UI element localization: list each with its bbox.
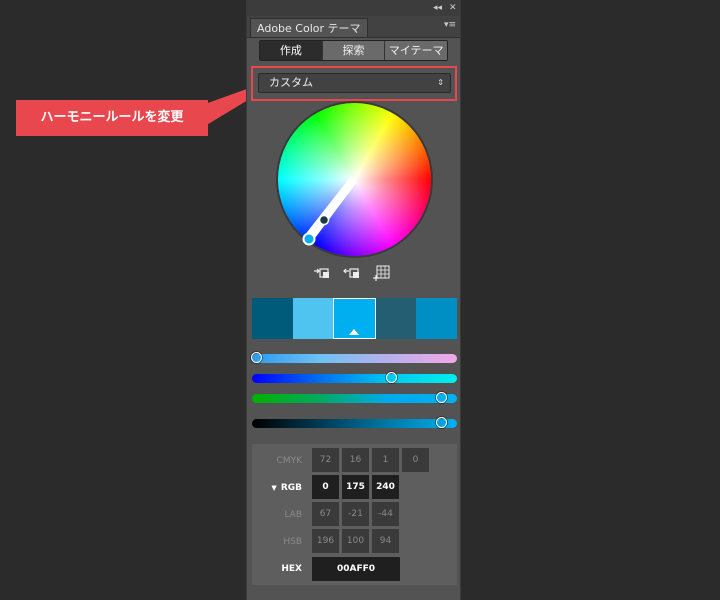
color-slider-2-knob[interactable]	[386, 372, 398, 383]
wheel-pointer-line	[304, 176, 357, 242]
rgb-mode-text: RGB	[280, 483, 302, 493]
cmyk-c-value[interactable]: 72	[312, 448, 339, 472]
tab-my-themes[interactable]: マイテーマ	[385, 41, 447, 60]
harmony-rule-callout: ハーモニールールを変更	[16, 100, 208, 136]
tab-explore[interactable]: 探索	[322, 41, 386, 60]
hex-label: HEX	[281, 564, 302, 574]
color-values-panel: CMYK 72 16 1 0 ▼ RGB 0 175 240 LAB 67 -21…	[252, 444, 457, 585]
color-wheel-markers	[302, 176, 357, 246]
rgb-g-value[interactable]: 175	[342, 475, 369, 499]
set-foreground-to-base-icon[interactable]	[343, 265, 361, 281]
harmony-rule-select[interactable]: カスタム ⇕	[258, 73, 451, 93]
collapse-panel-icon[interactable]: ◂◂	[433, 2, 442, 14]
theme-swatch-row	[252, 298, 457, 340]
color-action-row	[313, 265, 393, 283]
hsb-mode-label[interactable]: HSB	[252, 537, 302, 547]
add-to-swatches-icon[interactable]	[373, 265, 391, 281]
tab-create[interactable]: 作成	[260, 41, 323, 60]
hsb-h-value[interactable]: 196	[312, 529, 339, 553]
theme-swatch-1[interactable]	[252, 298, 293, 339]
lab-mode-label[interactable]: LAB	[252, 510, 302, 520]
dropdown-arrow-icon: ⇕	[437, 78, 444, 87]
rgb-b-value[interactable]: 240	[372, 475, 399, 499]
brightness-slider[interactable]	[252, 417, 457, 428]
cmyk-m-value[interactable]: 16	[342, 448, 369, 472]
color-slider-3[interactable]	[252, 392, 457, 403]
rgb-caret-icon: ▼	[271, 484, 277, 492]
color-slider-1-knob[interactable]	[251, 352, 263, 363]
panel-menu-icon[interactable]: ▾≡	[444, 20, 456, 30]
theme-swatch-4[interactable]	[375, 298, 417, 339]
brightness-slider-knob[interactable]	[435, 417, 447, 428]
rgb-r-value[interactable]: 0	[312, 475, 339, 499]
mode-tab-group: 作成 探索 マイテーマ	[259, 40, 448, 61]
theme-swatch-3[interactable]	[333, 298, 376, 339]
selected-swatch-caret-icon	[349, 329, 360, 335]
panel-tab-adobe-color[interactable]: Adobe Color テーマ	[250, 18, 368, 37]
lab-l-value[interactable]: 67	[312, 502, 339, 526]
theme-swatch-5[interactable]	[416, 298, 457, 339]
wheel-handle-inner[interactable]	[318, 214, 330, 226]
color-wheel[interactable]	[278, 103, 431, 256]
panel-tab-strip: Adobe Color テーマ ▾≡	[247, 16, 460, 38]
panel-top-bar: ◂◂ ✕	[247, 0, 460, 17]
adobe-color-themes-panel: ◂◂ ✕ Adobe Color テーマ ▾≡ 作成 探索 マイテーマ カスタム…	[246, 0, 461, 600]
harmony-rule-value: カスタム	[269, 76, 313, 89]
hsb-b-value[interactable]: 94	[372, 529, 399, 553]
set-base-to-foreground-icon[interactable]	[313, 265, 331, 281]
lab-a-value[interactable]: -21	[342, 502, 369, 526]
lab-b-value[interactable]: -44	[372, 502, 399, 526]
cmyk-y-value[interactable]: 1	[372, 448, 399, 472]
hsb-s-value[interactable]: 100	[342, 529, 369, 553]
rgb-mode-label[interactable]: ▼ RGB	[252, 483, 302, 493]
wheel-handle-base[interactable]	[302, 232, 316, 246]
color-slider-1[interactable]	[251, 352, 457, 363]
close-panel-icon[interactable]: ✕	[449, 2, 457, 14]
color-slider-2[interactable]	[252, 372, 457, 383]
cmyk-mode-label[interactable]: CMYK	[252, 456, 302, 466]
theme-swatch-2[interactable]	[292, 298, 334, 339]
callout-text: ハーモニールールを変更	[40, 110, 184, 125]
cmyk-k-value[interactable]: 0	[402, 448, 429, 472]
color-slider-3-knob[interactable]	[435, 392, 447, 403]
hex-value-field[interactable]: 00AFF0	[312, 557, 400, 581]
